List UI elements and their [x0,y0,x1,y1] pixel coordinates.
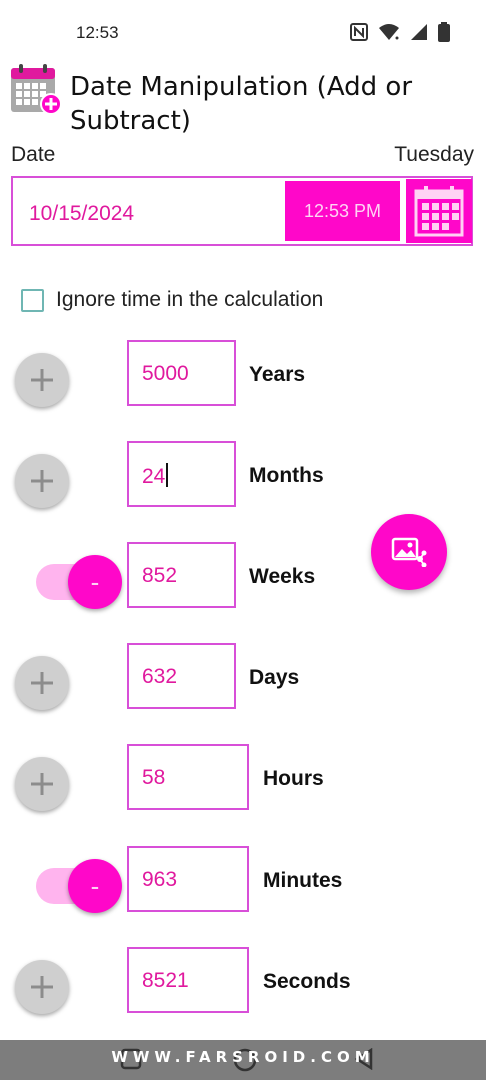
months-label: Months [249,464,324,487]
wifi-icon [379,24,399,40]
hours-value: 58 [142,766,166,789]
status-icons [350,22,450,42]
minutes-label: Minutes [263,869,343,892]
plus-icon [31,470,53,492]
days-value: 632 [142,665,178,688]
ignore-time-row[interactable]: Ignore time in the calculation [21,288,323,312]
days-input[interactable]: 632 [127,643,236,709]
share-image-button[interactable] [371,514,447,590]
calendar-add-icon [10,64,62,116]
nfc-icon [350,23,368,41]
unit-row-days: 632 Days [0,643,486,711]
battery-icon [438,22,450,42]
plus-icon [31,773,53,795]
unit-row-months: 24 Months [0,441,486,509]
date-input-box: 10/15/2024 12:53 PM [11,176,473,246]
plus-icon [31,369,53,391]
years-input[interactable]: 5000 [127,340,236,406]
seconds-input[interactable]: 8521 [127,947,249,1013]
time-button[interactable]: 12:53 PM [285,181,400,241]
months-value: 24 [142,463,169,489]
share-image-icon [391,537,427,567]
date-label: Date [11,143,56,166]
minutes-input[interactable]: 963 [127,846,249,912]
date-field[interactable]: 10/15/2024 [29,202,134,226]
hours-label: Hours [263,767,324,790]
add-mode-button[interactable] [15,353,69,407]
status-time: 12:53 [76,23,119,42]
minus-icon: - [90,566,100,597]
ignore-time-checkbox[interactable] [21,288,44,312]
plus-icon [31,672,53,694]
months-input[interactable]: 24 [127,441,236,507]
weeks-label: Weeks [249,565,316,588]
weekday-label: Tuesday [394,143,474,166]
add-mode-button[interactable] [15,656,69,710]
add-mode-button[interactable] [15,454,69,508]
hours-input[interactable]: 58 [127,744,249,810]
weeks-value: 852 [142,564,178,587]
seconds-value: 8521 [142,969,189,992]
years-label: Years [249,363,306,386]
plus-icon [31,976,53,998]
minus-icon: - [90,870,100,901]
weeks-input[interactable]: 852 [127,542,236,608]
add-mode-button[interactable] [15,960,69,1014]
subtract-toggle[interactable]: - [68,555,122,609]
calendar-button[interactable] [406,179,472,243]
add-mode-button[interactable] [15,757,69,811]
calendar-icon [414,186,464,237]
watermark: WWW.FARSROID.COM [111,1048,375,1066]
unit-row-minutes: - 963 Minutes [0,846,486,914]
app-title: Date Manipulation (Add or Subtract) [70,72,413,136]
subtract-toggle[interactable]: - [68,859,122,913]
seconds-label: Seconds [263,970,351,993]
status-bar: 12:53 [0,0,486,64]
unit-row-hours: 58 Hours [0,744,486,812]
unit-row-years: 5000 Years [0,340,486,408]
days-label: Days [249,666,300,689]
minutes-value: 963 [142,868,178,891]
years-value: 5000 [142,362,189,385]
text-cursor [166,463,169,487]
unit-row-seconds: 8521 Seconds [0,947,486,1015]
ignore-time-label: Ignore time in the calculation [56,288,324,311]
signal-icon [411,24,427,40]
